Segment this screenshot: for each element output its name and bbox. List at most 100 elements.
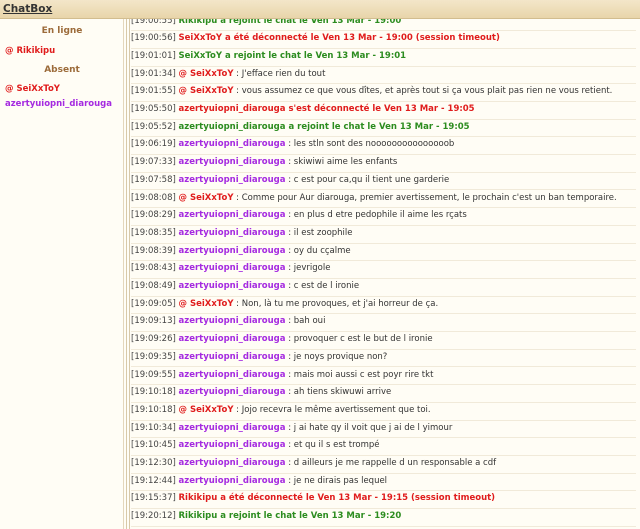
message-timestamp: [19:08:49] (131, 281, 179, 291)
message-timestamp: [19:12:30] (131, 458, 179, 468)
message-text: : Comme pour Aur diarouga, premier avert… (233, 192, 617, 203)
user-list-sidebar: En ligne @ Rikikipu Absent @ SeiXxToY az… (0, 19, 124, 529)
message-text: : c est pour ca,qu il tient une garderie (285, 174, 450, 185)
message-author[interactable]: azertyuiopni_diarouga (179, 263, 286, 273)
message-text: : Non, là tu me provoques, et j'ai horre… (233, 298, 439, 309)
message-author[interactable]: @ SeiXxToY (179, 405, 234, 415)
message-author[interactable]: azertyuiopni_diarouga (179, 458, 286, 468)
chat-message-row: [19:10:18] @ SeiXxToY : Jojo recevra le … (131, 402, 636, 421)
chat-message-row: [19:09:26] azertyuiopni_diarouga : provo… (131, 331, 636, 350)
online-section-header: En ligne (41, 26, 83, 36)
join-notice: Rikikipu a rejoint le chat le Ven 13 Mar… (178, 511, 402, 522)
message-text: : j ai hate qy il voit que j ai de l yim… (285, 422, 453, 433)
message-timestamp: [19:00:56] (131, 33, 179, 44)
message-author[interactable]: @ SeiXxToY (179, 69, 234, 79)
message-timestamp: [19:01:34] (131, 68, 179, 79)
message-timestamp: [19:09:26] (131, 334, 179, 345)
chat-message-row: [19:08:35] azertyuiopni_diarouga : il es… (131, 225, 636, 244)
message-author[interactable]: azertyuiopni_diarouga (179, 228, 286, 238)
message-text: : il est zoophile (285, 227, 353, 238)
message-text: : skiwiwi aime les enfants (285, 157, 398, 168)
message-text: : ah tiens skiwuwi arrive (285, 387, 392, 398)
message-author[interactable]: azertyuiopni_diarouga (179, 139, 286, 149)
message-author[interactable]: azertyuiopni_diarouga (179, 423, 286, 433)
message-text: : les stln sont des nooooooooooooooob (285, 139, 455, 150)
message-author[interactable]: @ SeiXxToY (179, 299, 234, 309)
message-author[interactable]: azertyuiopni_diarouga (179, 281, 286, 291)
away-user-azertyuiopni[interactable]: azertyuiopni_diarouga (5, 99, 112, 109)
chat-message-row: [19:06:19] azertyuiopni_diarouga : les s… (131, 136, 636, 156)
message-text: : c est de l ironie (285, 281, 360, 291)
message-text: : Jojo recevra le même avertissement que… (233, 404, 431, 415)
message-text: : J'efface rien du tout (233, 68, 326, 79)
message-timestamp: [19:09:13] (131, 316, 179, 327)
chat-message-row: [19:09:13] azertyuiopni_diarouga : bah o… (131, 313, 636, 333)
message-timestamp: [19:08:29] (131, 210, 179, 221)
chat-message-row: [19:08:43] azertyuiopni_diarouga : jevri… (131, 260, 636, 279)
message-text: : provoquer c est le but de l ironie (285, 334, 433, 345)
message-author[interactable]: @ SeiXxToY (179, 86, 234, 96)
chat-message-row: [19:01:34] @ SeiXxToY : J'efface rien du… (131, 66, 636, 85)
chat-message-row: [19:09:55] azertyuiopni_diarouga : mais … (131, 367, 636, 386)
message-author[interactable]: azertyuiopni_diarouga (179, 352, 286, 362)
join-notice: SeiXxToY a rejoint le chat le Ven 13 Mar… (178, 50, 407, 61)
message-text: : oy du cçalme (285, 245, 351, 256)
message-timestamp: [19:09:35] (131, 351, 179, 362)
chatbox-titlebar: ChatBox (0, 0, 640, 19)
message-author[interactable]: azertyuiopni_diarouga (179, 440, 286, 450)
message-text: : vous assumez ce que vous dîtes, et apr… (233, 86, 613, 97)
chat-message-row: [19:08:29] azertyuiopni_diarouga : en pl… (131, 207, 636, 226)
message-text: : et qu il s est trompé (285, 440, 380, 451)
chat-message-row: [19:10:45] azertyuiopni_diarouga : et qu… (131, 437, 636, 456)
message-author[interactable]: azertyuiopni_diarouga (179, 175, 286, 185)
leave-notice: Rikikipu a été déconnecté le Ven 13 Mar … (178, 493, 496, 504)
message-text: : en plus d etre pedophile il aime les r… (285, 210, 467, 221)
chat-left-border-inner (129, 19, 130, 529)
online-user-rikikipu[interactable]: @ Rikikipu (5, 46, 55, 56)
message-text: : d ailleurs je me rappelle d un respons… (285, 458, 497, 468)
message-author[interactable]: azertyuiopni_diarouga (179, 157, 286, 167)
chat-message-row: [19:08:49] azertyuiopni_diarouga : c est… (131, 278, 636, 297)
away-user-seixxtoy[interactable]: @ SeiXxToY (5, 84, 60, 94)
chat-message-row: [19:15:37] Rikikipu a été déconnecté le … (131, 490, 636, 510)
message-author[interactable]: azertyuiopni_diarouga (179, 334, 286, 344)
chat-message-row: [19:09:35] azertyuiopni_diarouga : je no… (131, 349, 636, 368)
message-author[interactable]: azertyuiopni_diarouga (179, 316, 286, 326)
chat-message-row: [19:07:58] azertyuiopni_diarouga : c est… (131, 172, 636, 191)
message-timestamp: [19:09:05] (131, 298, 179, 309)
message-author[interactable]: azertyuiopni_diarouga (179, 476, 286, 486)
message-author[interactable]: azertyuiopni_diarouga (179, 210, 286, 220)
message-text: : jevrigole (285, 263, 331, 274)
message-author[interactable]: azertyuiopni_diarouga (179, 246, 286, 256)
message-timestamp: [19:06:19] (131, 139, 179, 150)
join-notice: azertyuiopni_diarouga a rejoint le chat … (178, 121, 470, 132)
message-timestamp: [19:05:52] (131, 121, 179, 132)
message-timestamp: [19:01:55] (131, 86, 179, 97)
leave-notice: azertyuiopni_diarouga s'est déconnecté l… (178, 104, 475, 114)
chatbox-title[interactable]: ChatBox (3, 3, 52, 15)
message-timestamp: [19:10:34] (131, 422, 179, 433)
message-timestamp: [19:10:18] (131, 404, 179, 415)
chat-message-log[interactable]: [19:00:55] Rikikipu a rejoint le chat le… (126, 19, 640, 529)
message-timestamp: [19:07:58] (131, 174, 179, 185)
message-text: : je ne dirais pas lequel (285, 475, 388, 486)
message-timestamp: [19:15:37] (131, 493, 179, 504)
message-timestamp: [19:20:12] (131, 511, 179, 522)
leave-notice: SeiXxToY a été déconnecté le Ven 13 Mar … (178, 33, 500, 44)
message-text: : mais moi aussi c est poyr rire tkt (285, 369, 434, 380)
message-author[interactable]: @ SeiXxToY (179, 193, 234, 203)
away-section-header: Absent (44, 65, 80, 75)
chat-message-row: [19:05:52] azertyuiopni_diarouga a rejoi… (131, 119, 636, 138)
chat-message-row: [19:07:33] azertyuiopni_diarouga : skiwi… (131, 154, 636, 173)
message-timestamp: [19:08:39] (131, 245, 179, 256)
message-timestamp: [19:09:55] (131, 369, 179, 380)
message-timestamp: [19:05:50] (131, 104, 179, 114)
chat-message-row: [19:20:12] Rikikipu a rejoint le chat le… (131, 508, 636, 527)
message-text: : bah oui (285, 316, 326, 327)
message-text: : je noys provique non? (285, 351, 388, 362)
message-author[interactable]: azertyuiopni_diarouga (179, 370, 286, 380)
message-timestamp: [19:12:44] (131, 475, 179, 486)
chat-message-row: [19:05:50] azertyuiopni_diarouga s'est d… (131, 101, 636, 120)
message-timestamp: [19:01:01] (131, 50, 179, 61)
message-author[interactable]: azertyuiopni_diarouga (179, 387, 286, 397)
